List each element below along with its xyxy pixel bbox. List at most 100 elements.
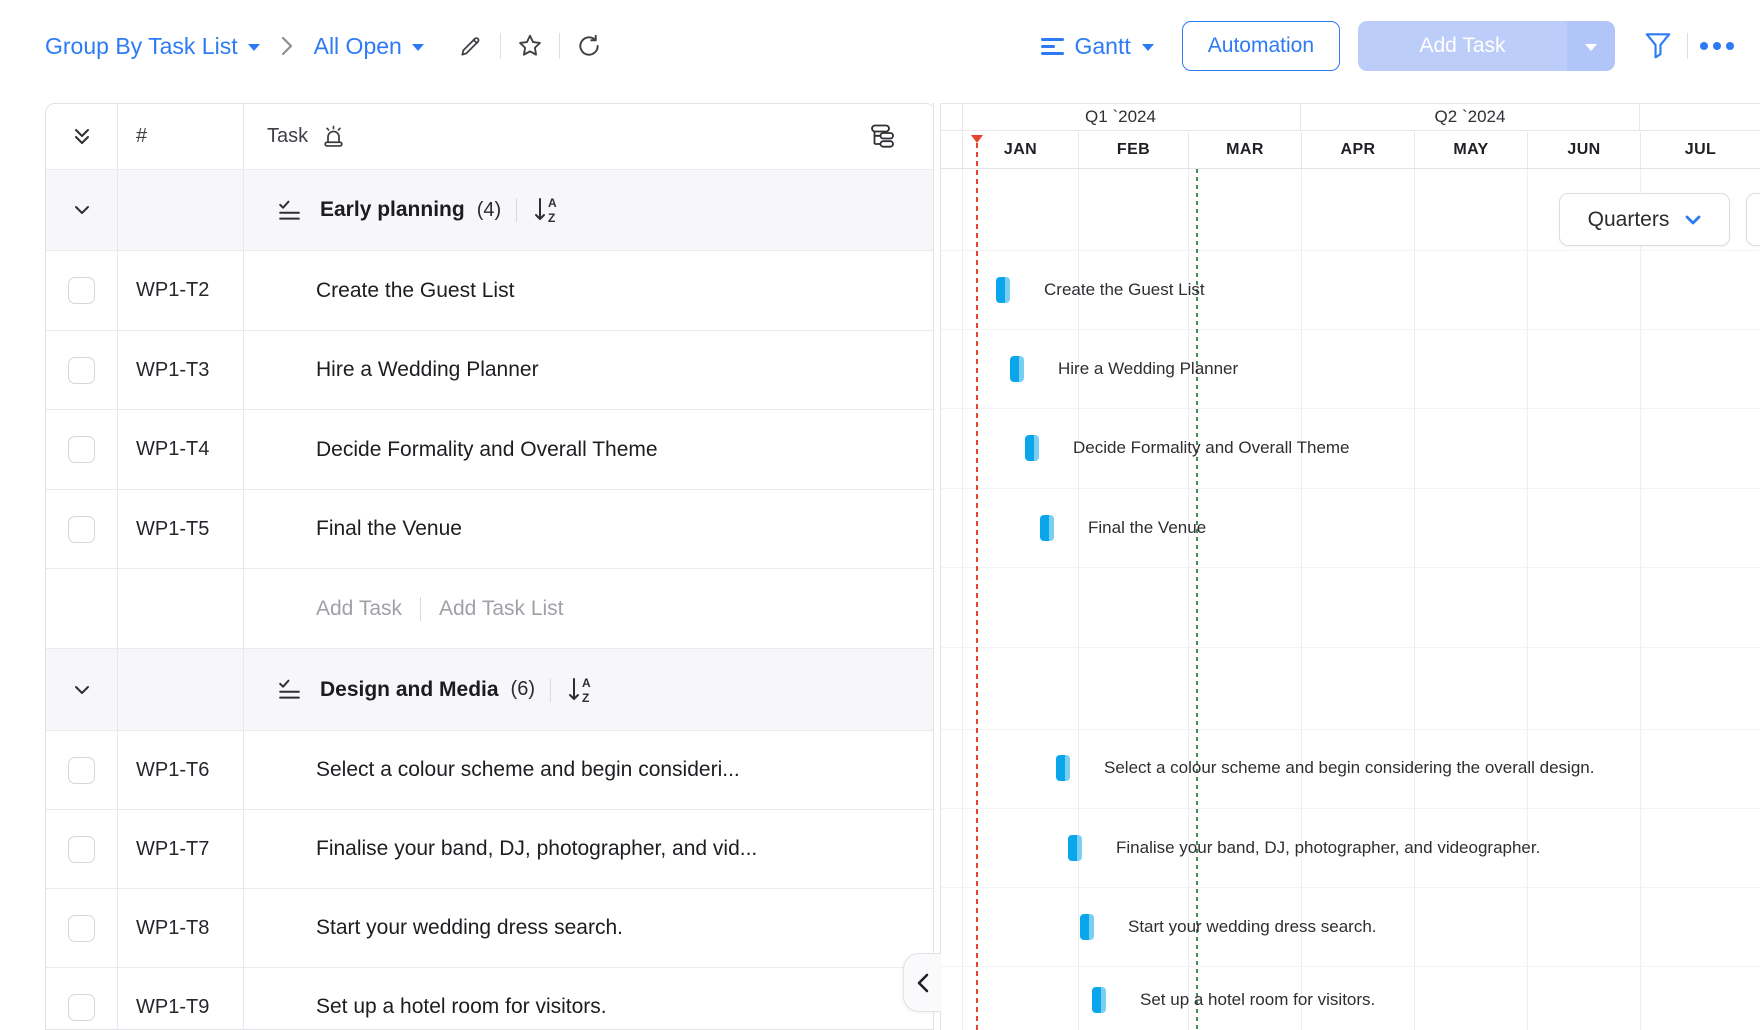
- task-row[interactable]: WP1-T8 Start your wedding dress search.: [46, 889, 935, 968]
- task-list-icon: [276, 676, 303, 703]
- task-id: WP1-T3: [118, 331, 244, 409]
- task-row[interactable]: WP1-T2 Create the Guest List: [46, 251, 935, 331]
- more-options-icon[interactable]: [1700, 29, 1734, 63]
- row-line: [941, 729, 1760, 730]
- gantt-bar[interactable]: [1068, 835, 1082, 861]
- task-id: WP1-T2: [118, 251, 244, 330]
- task-column-header: Task: [244, 104, 935, 169]
- gantt-bar-row: Set up a hotel room for visitors.: [1092, 987, 1375, 1013]
- refresh-icon[interactable]: [572, 29, 606, 63]
- task-checkbox[interactable]: [68, 836, 95, 863]
- caret-down-icon: [1585, 44, 1597, 51]
- gantt-bar[interactable]: [1080, 914, 1094, 940]
- gantt-bar[interactable]: [1056, 755, 1070, 781]
- task-title[interactable]: Create the Guest List: [244, 251, 935, 330]
- task-row[interactable]: WP1-T9 Set up a hotel room for visitors.: [46, 968, 935, 1030]
- chevron-down-icon: [1685, 215, 1701, 225]
- task-title[interactable]: Hire a Wedding Planner: [244, 331, 935, 409]
- group-name[interactable]: Early planning: [320, 198, 465, 222]
- task-checkbox[interactable]: [68, 516, 95, 543]
- hierarchy-icon[interactable]: [865, 122, 897, 152]
- collapse-all-icon[interactable]: [46, 104, 118, 169]
- view-filter-dropdown[interactable]: All Open: [314, 33, 424, 60]
- task-title[interactable]: Finalise your band, DJ, photographer, an…: [244, 810, 935, 888]
- task-title[interactable]: Start your wedding dress search.: [244, 889, 935, 967]
- gantt-bar-row: Final the Venue: [1040, 515, 1206, 541]
- table-header-row: # Task: [46, 104, 935, 170]
- group-collapse-icon[interactable]: [46, 649, 118, 730]
- group-by-dropdown[interactable]: Group By Task List: [45, 33, 260, 60]
- add-task-list-link[interactable]: Add Task List: [439, 597, 564, 621]
- task-checkbox[interactable]: [68, 994, 95, 1021]
- task-title[interactable]: Set up a hotel room for visitors.: [244, 968, 935, 1030]
- task-id: WP1-T4: [118, 410, 244, 489]
- gridline: [1301, 169, 1302, 1030]
- row-line: [941, 329, 1760, 330]
- task-row[interactable]: WP1-T7 Finalise your band, DJ, photograp…: [46, 810, 935, 889]
- row-line: [941, 250, 1760, 251]
- group-collapse-icon[interactable]: [46, 170, 118, 250]
- row-line: [941, 647, 1760, 648]
- gantt-bar[interactable]: [996, 277, 1010, 303]
- task-checkbox[interactable]: [68, 357, 95, 384]
- task-row[interactable]: WP1-T6 Select a colour scheme and begin …: [46, 731, 935, 810]
- svg-text:Z: Z: [582, 691, 589, 705]
- add-task-link[interactable]: Add Task: [316, 597, 402, 621]
- row-line: [941, 408, 1760, 409]
- quarter-cell: Q1 `2024: [941, 104, 1301, 130]
- view-mode-dropdown[interactable]: Gantt: [1041, 33, 1154, 60]
- task-row[interactable]: WP1-T3 Hire a Wedding Planner: [46, 331, 935, 410]
- task-checkbox[interactable]: [68, 915, 95, 942]
- gantt-bar[interactable]: [1040, 515, 1054, 541]
- task-row[interactable]: WP1-T4 Decide Formality and Overall Them…: [46, 410, 935, 490]
- svg-text:A: A: [582, 676, 591, 690]
- gantt-bar[interactable]: [1092, 987, 1106, 1013]
- add-task-dropdown-arrow[interactable]: [1567, 21, 1615, 71]
- group-by-label: Group By Task List: [45, 33, 238, 60]
- gantt-bar-label: Start your wedding dress search.: [1128, 917, 1377, 937]
- task-table: # Task Early planning (4) AZ: [45, 103, 936, 1030]
- gantt-view-icon: [1041, 38, 1064, 55]
- sort-az-icon[interactable]: AZ: [532, 194, 564, 226]
- task-checkbox[interactable]: [68, 436, 95, 463]
- row-line: [941, 887, 1760, 888]
- pane-splitter[interactable]: [933, 103, 941, 1030]
- sort-az-icon[interactable]: AZ: [566, 674, 598, 706]
- collapse-pane-handle[interactable]: [903, 953, 941, 1012]
- month-cell: JUN: [1527, 132, 1640, 168]
- task-checkbox[interactable]: [68, 757, 95, 784]
- group-name[interactable]: Design and Media: [320, 678, 499, 702]
- task-title[interactable]: Decide Formality and Overall Theme: [244, 410, 935, 489]
- gantt-bar[interactable]: [1025, 435, 1039, 461]
- task-title[interactable]: Final the Venue: [244, 490, 935, 568]
- gantt-bar-label: Hire a Wedding Planner: [1058, 359, 1238, 379]
- alarm-icon[interactable]: [322, 125, 345, 148]
- divider: [550, 678, 551, 702]
- gantt-toolbar-button-partial[interactable]: [1746, 193, 1760, 246]
- add-task-button[interactable]: Add Task: [1358, 21, 1567, 71]
- gantt-zoom-selector[interactable]: Quarters: [1559, 193, 1730, 246]
- add-task-split-button[interactable]: Add Task: [1358, 21, 1615, 71]
- edit-icon[interactable]: [454, 29, 488, 63]
- group-count: (6): [511, 678, 535, 701]
- automation-button[interactable]: Automation: [1182, 21, 1340, 71]
- caret-down-icon: [1142, 44, 1154, 51]
- month-cell: JUL: [1640, 132, 1760, 168]
- gantt-bar[interactable]: [1010, 356, 1024, 382]
- row-line: [941, 488, 1760, 489]
- task-title[interactable]: Select a colour scheme and begin conside…: [244, 731, 935, 809]
- gantt-zoom-label: Quarters: [1588, 208, 1670, 232]
- task-checkbox[interactable]: [68, 277, 95, 304]
- month-cell: MAR: [1188, 132, 1301, 168]
- id-column-header: #: [118, 104, 244, 169]
- star-icon[interactable]: [513, 29, 547, 63]
- task-group-row: Early planning (4) AZ: [46, 170, 935, 251]
- task-id: WP1-T7: [118, 810, 244, 888]
- gantt-chart: Q1 `2024 Q2 `2024 JAN FEB MAR APR MAY JU…: [941, 103, 1760, 1030]
- row-line: [941, 808, 1760, 809]
- task-id: WP1-T8: [118, 889, 244, 967]
- task-row[interactable]: WP1-T5 Final the Venue: [46, 490, 935, 569]
- gantt-bar-label: Decide Formality and Overall Theme: [1073, 438, 1350, 458]
- gantt-bar-row: Hire a Wedding Planner: [1010, 356, 1238, 382]
- filter-icon[interactable]: [1641, 29, 1675, 63]
